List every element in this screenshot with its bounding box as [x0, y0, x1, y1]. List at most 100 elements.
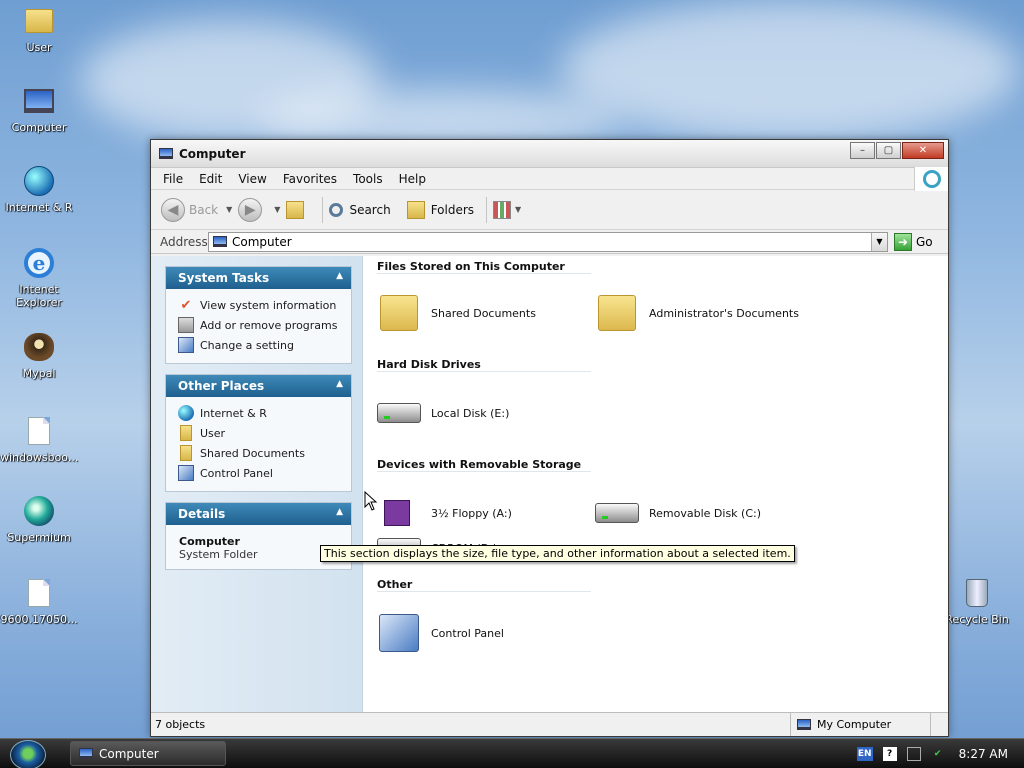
- collapse-icon[interactable]: ▲: [336, 379, 343, 389]
- task-view-system-information[interactable]: ✔ View system information: [178, 295, 351, 315]
- desktop-icon-recycle-bin[interactable]: Recycle Bin: [938, 576, 1016, 626]
- hard-disk-icon: [377, 403, 421, 423]
- collapse-icon[interactable]: ▲: [336, 507, 343, 517]
- up-folder-button[interactable]: [286, 200, 310, 219]
- item-local-disk-e[interactable]: Local Disk (E:): [377, 391, 595, 435]
- desktop-icon-supermium[interactable]: Supermium: [0, 494, 78, 544]
- desktop-icon-mypal[interactable]: Mypal: [0, 330, 78, 380]
- task-add-remove-programs[interactable]: Add or remove programs: [178, 315, 351, 335]
- computer-icon: [24, 89, 54, 113]
- items-row: Control Panel: [377, 596, 948, 670]
- programs-icon: [178, 317, 194, 333]
- address-label: Address: [160, 234, 208, 249]
- items-view: Files Stored on This Computer Shared Doc…: [363, 256, 948, 712]
- windows-throbber-logo: [914, 167, 948, 191]
- desktop-icon-windowsboot-file[interactable]: windowsboo...: [0, 414, 78, 464]
- task-change-setting[interactable]: Change a setting: [178, 335, 351, 355]
- views-dropdown-icon: ▼: [515, 205, 522, 214]
- group-header-removable-storage: Devices with Removable Storage: [377, 454, 591, 472]
- desktop-icon-internet-explorer[interactable]: e Intenet Explorer: [0, 246, 78, 309]
- address-input[interactable]: Computer ▼: [208, 231, 888, 252]
- file-icon: [28, 417, 50, 445]
- title-bar[interactable]: Computer – ▢ ✕: [151, 140, 948, 168]
- collapse-icon[interactable]: ▲: [336, 271, 343, 281]
- go-arrow-icon: ➜: [894, 232, 912, 251]
- desktop-icon-computer[interactable]: Computer: [0, 84, 78, 134]
- folder-icon: [380, 295, 418, 331]
- panel-title: Details: [178, 507, 226, 521]
- desktop-icon-label: Recycle Bin: [945, 613, 1009, 626]
- panel-title: Other Places: [178, 379, 265, 393]
- language-indicator[interactable]: EN: [856, 747, 873, 761]
- mypal-raccoon-icon: [24, 333, 54, 361]
- place-shared-documents[interactable]: Shared Documents: [178, 443, 351, 463]
- folders-button[interactable]: Folders: [406, 200, 474, 219]
- resize-grip-icon[interactable]: [930, 713, 948, 736]
- desktop-icon-9600-file[interactable]: 9600.17050...: [0, 576, 78, 626]
- desktop-icon-label: Mypal: [22, 367, 56, 380]
- place-label: Internet & R: [200, 406, 267, 420]
- item-administrators-documents[interactable]: Administrator's Documents: [595, 291, 813, 335]
- details-header[interactable]: Details ▲: [166, 503, 351, 525]
- items-row: Local Disk (E:): [377, 376, 948, 450]
- search-button[interactable]: Search: [329, 202, 391, 217]
- place-label: Control Panel: [200, 466, 273, 480]
- computer-icon: [213, 236, 227, 247]
- item-label: Administrator's Documents: [649, 306, 799, 320]
- removable-disk-icon: [595, 503, 639, 523]
- address-dropdown-icon[interactable]: ▼: [871, 232, 887, 251]
- desktop-icon-internet-r[interactable]: Internet & R: [0, 164, 78, 214]
- search-icon: [329, 202, 344, 217]
- other-places-panel: Other Places ▲ Internet & R User Shared …: [165, 374, 352, 492]
- item-label: Control Panel: [431, 626, 504, 640]
- minimize-button[interactable]: –: [850, 142, 875, 159]
- place-user[interactable]: User: [178, 423, 351, 443]
- system-tasks-header[interactable]: System Tasks ▲: [166, 267, 351, 289]
- computer-icon: [79, 748, 93, 759]
- task-label: Add or remove programs: [200, 318, 338, 332]
- close-button[interactable]: ✕: [902, 142, 944, 159]
- group-header-other: Other: [377, 574, 591, 592]
- menu-edit[interactable]: Edit: [191, 172, 230, 186]
- place-control-panel[interactable]: Control Panel: [178, 463, 351, 483]
- go-button[interactable]: ➜ Go: [894, 232, 933, 251]
- menu-file[interactable]: File: [155, 172, 191, 186]
- item-control-panel[interactable]: Control Panel: [377, 611, 595, 655]
- menu-tools[interactable]: Tools: [345, 172, 391, 186]
- status-bar: 7 objects My Computer: [151, 712, 948, 736]
- views-button[interactable]: ▼: [493, 200, 527, 219]
- checkmark-icon: ✔: [180, 297, 192, 313]
- help-icon[interactable]: ?: [882, 747, 897, 761]
- floppy-drive-icon: [384, 500, 410, 526]
- other-places-header[interactable]: Other Places ▲: [166, 375, 351, 397]
- menu-view[interactable]: View: [230, 172, 274, 186]
- desktop-icon-label: windowsboo...: [0, 451, 79, 464]
- mouse-cursor-icon: [364, 491, 378, 511]
- explorer-window: Computer – ▢ ✕ File Edit View Favorites …: [150, 139, 949, 737]
- menu-help[interactable]: Help: [391, 172, 434, 186]
- safely-remove-hardware-icon[interactable]: ✔: [931, 747, 945, 761]
- desktop-icon-user[interactable]: User: [0, 4, 78, 54]
- control-panel-icon: [178, 465, 194, 481]
- start-button[interactable]: [10, 740, 46, 768]
- system-tray: EN ? ✔ 8:27 AM: [856, 739, 1024, 768]
- item-shared-documents[interactable]: Shared Documents: [377, 291, 595, 335]
- clock[interactable]: 8:27 AM: [959, 747, 1008, 761]
- item-removable-disk-c[interactable]: Removable Disk (C:): [595, 491, 813, 535]
- place-label: User: [200, 426, 226, 440]
- maximize-button[interactable]: ▢: [876, 142, 901, 159]
- place-label: Shared Documents: [200, 446, 305, 460]
- computer-icon: [159, 148, 173, 159]
- taskbar-button-computer[interactable]: Computer: [70, 741, 226, 766]
- forward-button[interactable]: ▶: [238, 197, 266, 222]
- back-button[interactable]: ◀ Back: [161, 197, 218, 222]
- menu-favorites[interactable]: Favorites: [275, 172, 345, 186]
- network-icon[interactable]: [906, 747, 921, 761]
- place-internet-r[interactable]: Internet & R: [178, 403, 351, 423]
- group-header-hard-disk-drives: Hard Disk Drives: [377, 354, 591, 372]
- forward-dropdown-icon[interactable]: ▼: [274, 205, 280, 214]
- desktop-icon-label: Internet & R: [5, 201, 73, 214]
- supermium-icon: [24, 496, 54, 526]
- back-dropdown-icon[interactable]: ▼: [226, 205, 232, 214]
- window-title: Computer: [179, 146, 246, 161]
